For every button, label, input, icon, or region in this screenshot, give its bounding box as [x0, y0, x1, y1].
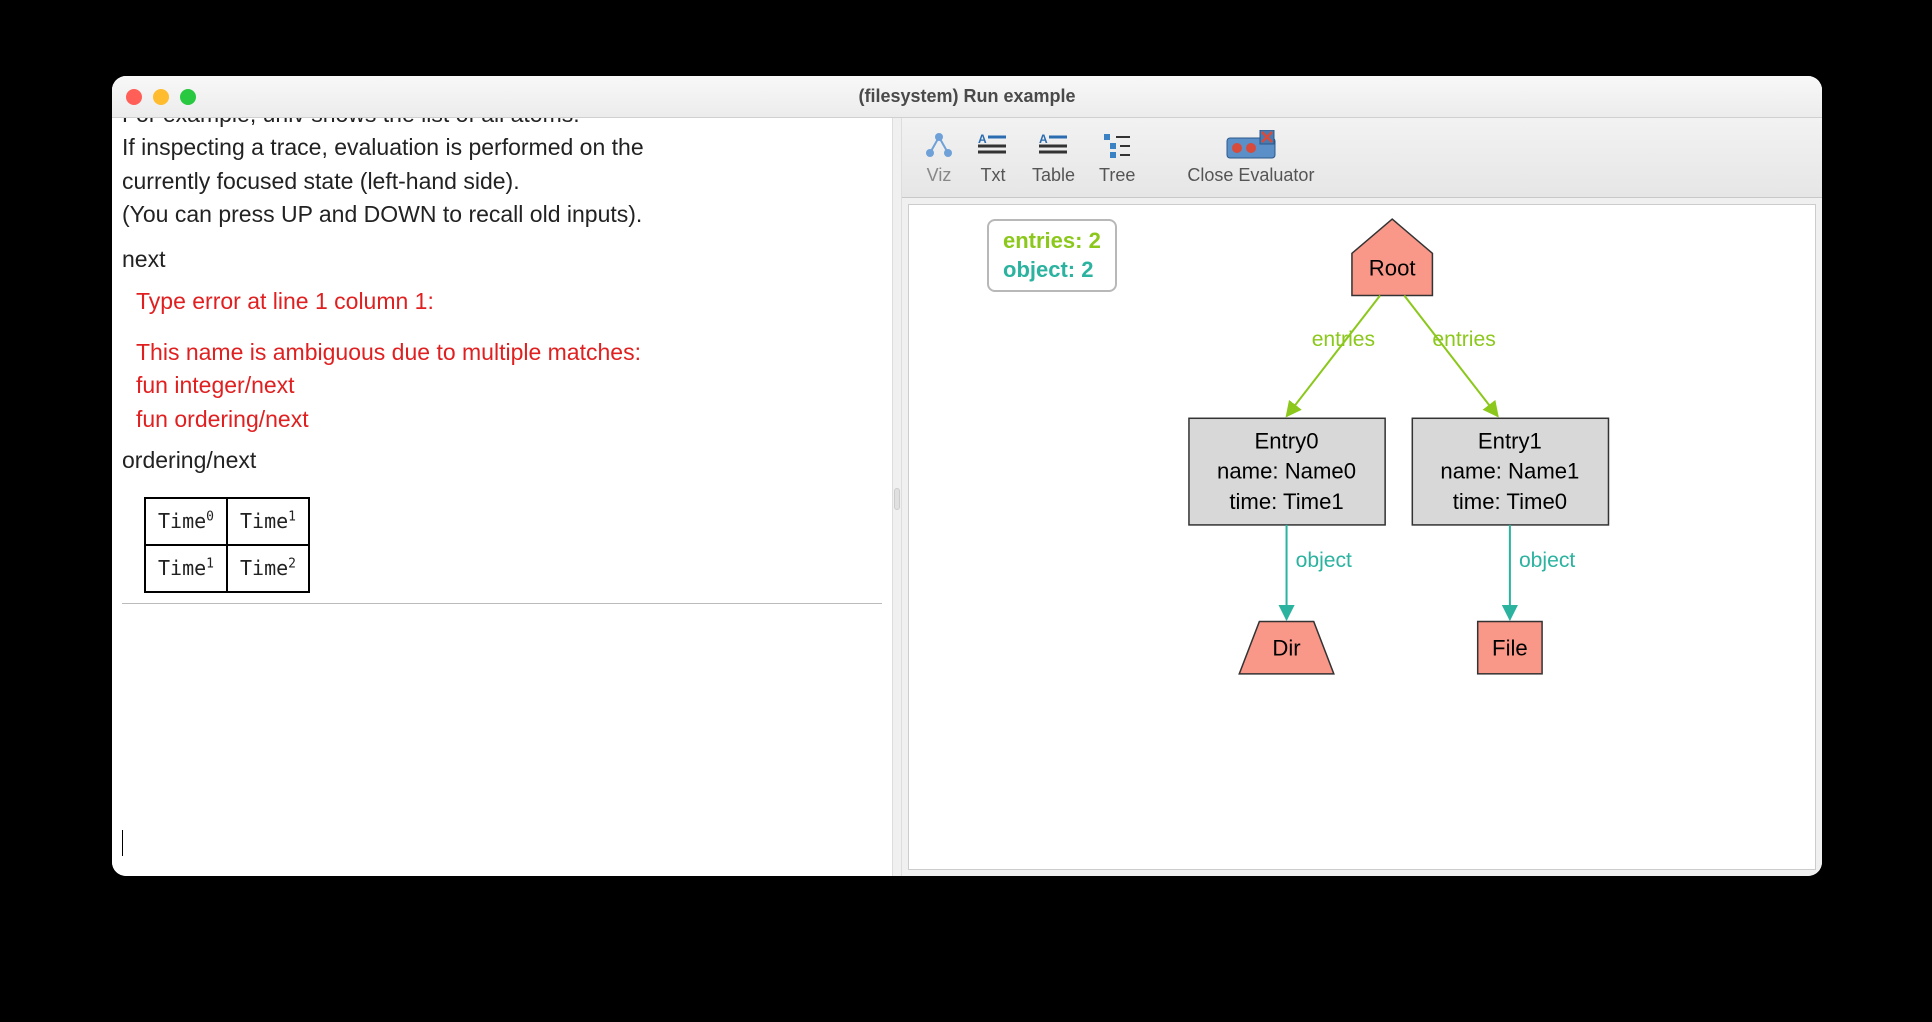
close-evaluator-icon	[1225, 129, 1277, 161]
console-error-block: Type error at line 1 column 1: This name…	[122, 285, 882, 436]
graph-canvas[interactable]: entries: 2 object: 2	[908, 204, 1816, 870]
viz-tab-label: Viz	[927, 165, 952, 186]
console-command: ordering/next	[122, 444, 882, 477]
svg-text:A: A	[1039, 133, 1048, 146]
text-cursor-icon	[122, 830, 123, 856]
svg-text:Dir: Dir	[1272, 636, 1300, 661]
svg-text:time: Time1: time: Time1	[1229, 489, 1343, 514]
evaluator-console-pane: For example, univ shows the list of all …	[112, 118, 892, 876]
content-split: For example, univ shows the list of all …	[112, 118, 1822, 876]
minimize-window-button[interactable]	[153, 89, 169, 105]
edge-label-object: object	[1296, 549, 1352, 572]
svg-text:File: File	[1492, 636, 1528, 661]
error-message: This name is ambiguous due to multiple m…	[136, 336, 882, 369]
node-dir[interactable]: Dir	[1239, 622, 1334, 674]
table-cell: Time1	[145, 545, 227, 592]
table-cell: Time0	[145, 498, 227, 545]
traffic-lights	[126, 89, 196, 105]
console-output: For example, univ shows the list of all …	[112, 118, 892, 820]
node-file[interactable]: File	[1478, 622, 1542, 674]
svg-text:Root: Root	[1369, 255, 1416, 280]
error-title: Type error at line 1 column 1:	[136, 285, 882, 318]
table-cell: Time1	[227, 498, 309, 545]
edge-entries	[1404, 296, 1498, 417]
table-row: Time0 Time1	[145, 498, 309, 545]
table-tab-label: Table	[1032, 165, 1075, 186]
tree-tab[interactable]: Tree	[1087, 118, 1147, 197]
graph-icon	[924, 129, 954, 161]
node-entry0[interactable]: Entry0 name: Name0 time: Time1	[1189, 418, 1385, 525]
edge-label-entries: entries	[1432, 328, 1495, 351]
console-help-line: currently focused state (left-hand side)…	[122, 165, 882, 198]
titlebar: (filesystem) Run example	[112, 76, 1822, 118]
console-help-line: (You can press UP and DOWN to recall old…	[122, 198, 882, 231]
tree-icon	[1102, 129, 1132, 161]
maximize-window-button[interactable]	[180, 89, 196, 105]
svg-text:Entry1: Entry1	[1478, 428, 1542, 453]
window-title: (filesystem) Run example	[112, 86, 1822, 107]
txt-tab[interactable]: A Txt	[966, 118, 1020, 197]
error-option: fun integer/next	[136, 369, 882, 402]
txt-tab-label: Txt	[981, 165, 1006, 186]
splitter-grip-icon	[894, 488, 900, 510]
viz-tab[interactable]: Viz	[912, 118, 966, 197]
close-window-button[interactable]	[126, 89, 142, 105]
error-option: fun ordering/next	[136, 403, 882, 436]
edge-entries	[1287, 296, 1381, 417]
pane-splitter[interactable]	[892, 118, 902, 876]
node-root[interactable]: Root	[1352, 219, 1432, 295]
svg-text:Entry0: Entry0	[1255, 428, 1319, 453]
tree-tab-label: Tree	[1099, 165, 1135, 186]
close-evaluator-label: Close Evaluator	[1187, 165, 1314, 186]
svg-text:name: Name1: name: Name1	[1440, 459, 1579, 484]
edge-label-object: object	[1519, 549, 1575, 572]
text-icon: A	[978, 129, 1008, 161]
visualizer-toolbar: Viz A Txt A Table	[902, 118, 1822, 198]
table-tab[interactable]: A Table	[1020, 118, 1087, 197]
console-help-cut: For example, univ shows the list of all …	[122, 118, 882, 131]
app-window: (filesystem) Run example For example, un…	[112, 76, 1822, 876]
edge-label-entries: entries	[1312, 328, 1375, 351]
table-cell: Time2	[227, 545, 309, 592]
console-divider	[122, 603, 882, 604]
table-icon: A	[1039, 129, 1069, 161]
svg-text:A: A	[978, 133, 987, 146]
result-table: Time0 Time1 Time1 Time2	[144, 497, 310, 593]
svg-text:name: Name0: name: Name0	[1217, 459, 1356, 484]
error-spacer	[136, 318, 882, 336]
node-entry1[interactable]: Entry1 name: Name1 time: Time0	[1412, 418, 1608, 525]
table-row: Time1 Time2	[145, 545, 309, 592]
svg-text:time: Time0: time: Time0	[1453, 489, 1567, 514]
graph-svg: Root entries entries Entry0 name: Name0 …	[909, 205, 1815, 869]
close-evaluator-button[interactable]: Close Evaluator	[1175, 118, 1326, 197]
console-input[interactable]	[112, 820, 892, 876]
console-command: next	[122, 243, 882, 276]
console-help-line: If inspecting a trace, evaluation is per…	[122, 131, 882, 164]
visualizer-pane: Viz A Txt A Table	[902, 118, 1822, 876]
